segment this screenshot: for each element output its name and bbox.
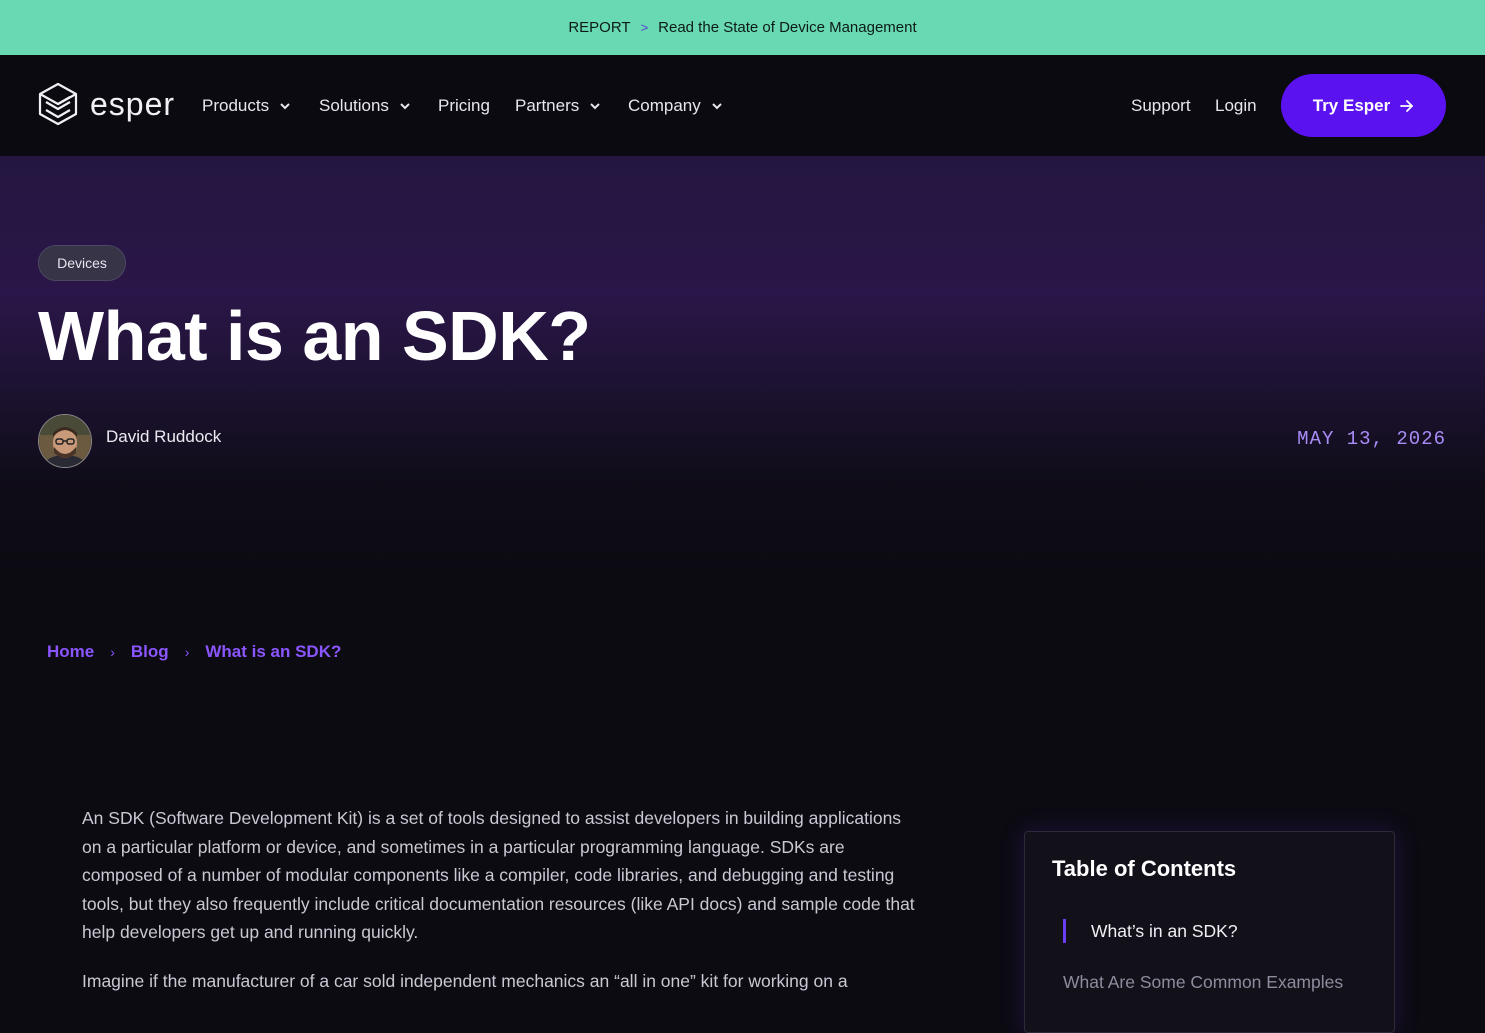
chevron-down-icon [590,103,600,110]
arrow-right-icon [1400,99,1414,112]
nav-partners-label: Partners [515,96,580,115]
article-paragraph: Imagine if the manufacturer of a car sol… [82,970,848,991]
toc-item-active[interactable]: What’s in an SDK? [1063,919,1238,943]
try-esper-label: Try Esper [1312,95,1391,115]
toc-title: Table of Contents [1052,856,1237,881]
esper-logo[interactable]: esper [38,82,175,126]
author-block[interactable]: David Ruddock [38,414,221,468]
table-of-contents: Table of Contents What’s in an SDK? What… [1024,831,1395,1033]
banner-tag: REPORT [568,19,631,36]
avatar [38,414,92,468]
logo-wordmark: esper [90,85,176,122]
breadcrumb: Home › Blog › What is an SDK? [47,642,341,662]
chevron-down-icon [280,103,290,110]
support-label: Support [1131,96,1191,115]
article-body: An SDK (Software Development Kit) is a s… [82,804,922,1016]
article-hero: Devices What is an SDK? David Ruddock MA… [0,156,1485,586]
esper-logo-icon [38,82,78,126]
nav-company-label: Company [628,96,701,115]
chevron-right-icon: › [184,644,190,660]
login-label: Login [1215,96,1257,115]
nav-login-link[interactable]: Login [1215,96,1257,116]
top-navigation: esper Products Solutions Pricing Partner… [0,55,1485,157]
nav-solutions[interactable]: Solutions [319,96,411,116]
announcement-banner[interactable]: REPORT > Read the State of Device Manage… [0,0,1485,55]
chevron-right-icon: › [110,644,115,660]
nav-support-link[interactable]: Support [1131,96,1191,116]
author-name: David Ruddock [106,427,222,446]
nav-company[interactable]: Company [628,96,723,116]
breadcrumb-home[interactable]: Home [47,642,94,662]
chevron-down-icon [712,103,722,110]
publish-date: MAY 13, 2026 [1297,428,1446,450]
page-title: What is an SDK? [38,297,591,375]
nav-pricing[interactable]: Pricing [438,96,490,116]
chevron-down-icon [400,103,410,110]
banner-separator: > [640,20,649,35]
banner-link[interactable]: Read the State of Device Management [658,19,917,36]
nav-products[interactable]: Products [202,96,291,116]
try-esper-button[interactable]: Try Esper [1281,74,1446,137]
nav-products-label: Products [202,96,270,115]
article-paragraph: An SDK (Software Development Kit) is a s… [82,808,915,943]
breadcrumb-current[interactable]: What is an SDK? [205,642,341,662]
category-tag[interactable]: Devices [38,245,126,281]
nav-partners[interactable]: Partners [515,96,601,116]
breadcrumb-blog[interactable]: Blog [131,642,169,662]
nav-pricing-label: Pricing [438,96,490,115]
nav-solutions-label: Solutions [319,96,389,115]
